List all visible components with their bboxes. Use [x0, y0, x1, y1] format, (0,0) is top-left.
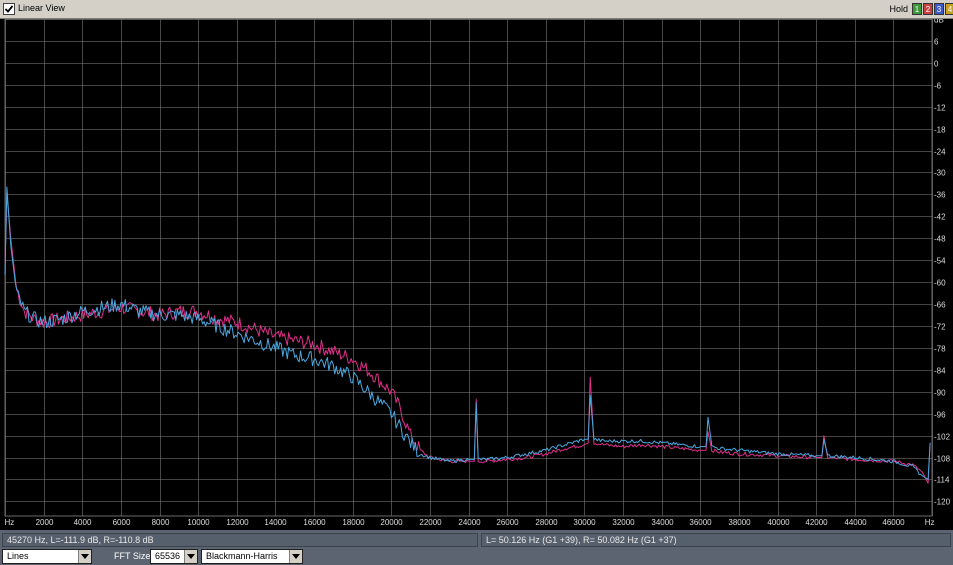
- x-tick-label: Hz: [925, 518, 935, 527]
- x-tick-label: 2000: [36, 518, 54, 527]
- x-tick-label: 24000: [458, 518, 481, 527]
- y-tick-label: 6: [934, 38, 939, 47]
- x-tick-label: 6000: [113, 518, 131, 527]
- cursor-readout: 45270 Hz, L=-111.9 dB, R=-110.8 dB: [2, 533, 478, 547]
- x-tick-label: 30000: [573, 518, 596, 527]
- y-tick-label: -18: [934, 126, 946, 135]
- plot-frame: [4, 19, 933, 517]
- x-tick-label: 28000: [535, 518, 558, 527]
- y-tick-label: -84: [934, 367, 946, 376]
- y-tick-label: -120: [934, 498, 951, 507]
- y-tick-label: -108: [934, 455, 951, 464]
- left-channel-trace: [4, 186, 931, 480]
- y-tick-label: -42: [934, 213, 946, 222]
- x-tick-label: 22000: [419, 518, 442, 527]
- hold-button-2[interactable]: 2: [923, 3, 933, 15]
- spectrum-analyzer-window: Linear View Hold 1 2 3 4 Hz 2000 4000 6000 8…: [0, 0, 953, 565]
- x-tick-label: Hz: [5, 518, 15, 527]
- linear-view-checkbox[interactable]: [3, 3, 15, 15]
- control-bar: Lines FFT Size 65536 Blackmann-Harris: [0, 548, 953, 565]
- window-function-select[interactable]: Blackmann-Harris: [201, 549, 303, 564]
- x-tick-label: 32000: [612, 518, 635, 527]
- x-tick-label: 46000: [882, 518, 905, 527]
- status-bar: 45270 Hz, L=-111.9 dB, R=-110.8 dB L= 50…: [0, 531, 953, 548]
- y-tick-label: -24: [934, 148, 946, 157]
- x-tick-label: 12000: [226, 518, 249, 527]
- title-bar: Linear View Hold 1 2 3 4: [0, 0, 953, 19]
- spectrum-traces: [4, 186, 931, 484]
- x-tick-label: 26000: [496, 518, 519, 527]
- x-tick-label: 18000: [342, 518, 365, 527]
- x-tick-label: 44000: [844, 518, 867, 527]
- x-tick-label: 36000: [689, 518, 712, 527]
- x-tick-label: 20000: [380, 518, 403, 527]
- x-tick-label: 8000: [152, 518, 170, 527]
- hold-button-1[interactable]: 1: [912, 3, 922, 15]
- hold-button-4[interactable]: 4: [945, 3, 953, 15]
- hold-button-3[interactable]: 3: [934, 3, 944, 15]
- chevron-down-icon[interactable]: [184, 550, 197, 563]
- y-tick-label: -6: [934, 82, 942, 91]
- y-tick-label: -96: [934, 411, 946, 420]
- y-tick-label: -36: [934, 191, 946, 200]
- y-tick-label: -90: [934, 389, 946, 398]
- y-tick-label: -48: [934, 235, 946, 244]
- y-axis-labels: dB 6 0 -6 -12 -18 -24 -30 -36 -42 -48 -54 -60 -66 -72 -…: [934, 19, 951, 507]
- spectrum-chart[interactable]: Hz 2000 4000 6000 8000 10000 12000 14000 16000 18…: [0, 19, 953, 530]
- y-tick-label: -30: [934, 169, 946, 178]
- y-tick-label: -114: [934, 476, 950, 485]
- y-tick-label: dB: [934, 19, 944, 25]
- y-tick-label: -54: [934, 257, 946, 266]
- chevron-down-icon[interactable]: [289, 550, 302, 563]
- chevron-down-icon[interactable]: [78, 550, 91, 563]
- view-title: Linear View: [18, 3, 65, 13]
- x-tick-label: 10000: [187, 518, 210, 527]
- right-channel-trace: [4, 193, 931, 484]
- y-tick-label: 0: [934, 60, 939, 69]
- display-mode-select[interactable]: Lines: [2, 549, 92, 564]
- fft-size-select[interactable]: 65536: [150, 549, 198, 564]
- x-tick-label: 4000: [74, 518, 92, 527]
- x-tick-label: 16000: [303, 518, 326, 527]
- x-tick-label: 14000: [264, 518, 287, 527]
- x-tick-label: 42000: [805, 518, 828, 527]
- y-tick-label: -60: [934, 279, 946, 288]
- x-tick-label: 34000: [651, 518, 674, 527]
- spectrum-plot-area[interactable]: Hz 2000 4000 6000 8000 10000 12000 14000 16000 18…: [0, 19, 953, 530]
- y-tick-label: -72: [934, 323, 946, 332]
- hold-label: Hold: [889, 4, 908, 14]
- x-tick-label: 40000: [767, 518, 790, 527]
- y-tick-label: -12: [934, 104, 946, 113]
- x-axis-labels: Hz 2000 4000 6000 8000 10000 12000 14000 16000 18…: [5, 518, 935, 527]
- y-tick-label: -78: [934, 345, 946, 354]
- checkmark-icon: [4, 5, 14, 13]
- peak-readout: L= 50.126 Hz (G1 +39), R= 50.082 Hz (G1 …: [481, 533, 951, 547]
- fft-size-label: FFT Size: [114, 551, 151, 561]
- chart-grid: [4, 19, 933, 517]
- y-tick-label: -66: [934, 301, 946, 310]
- x-tick-label: 38000: [728, 518, 751, 527]
- y-tick-label: -102: [934, 433, 951, 442]
